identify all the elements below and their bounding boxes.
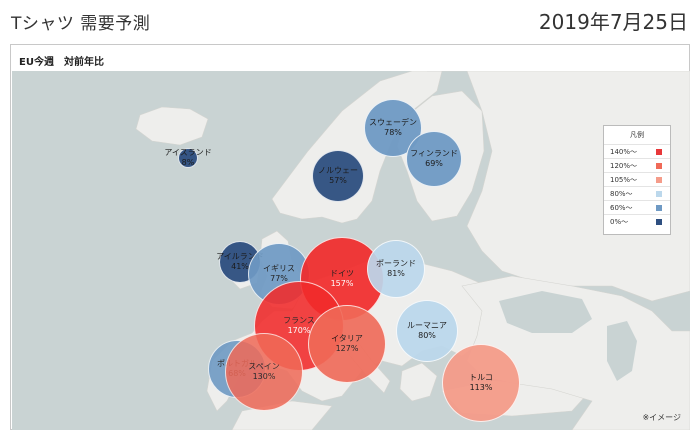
country-value: 130%: [252, 372, 276, 381]
legend-item: 120%～: [604, 158, 670, 172]
country-bubble[interactable]: ノルウェー 57%: [312, 150, 364, 202]
legend-item-label: 120%～: [610, 161, 638, 170]
country-value: 81%: [387, 269, 405, 278]
country-bubble[interactable]: トルコ 113%: [442, 344, 520, 422]
legend-swatch: [656, 162, 662, 169]
country-name: スペイン: [248, 362, 280, 371]
legend-item-label: 0%～: [610, 217, 629, 226]
country-value: 78%: [384, 128, 402, 137]
country-name: ポーランド: [376, 259, 416, 268]
country-value: 69%: [425, 159, 443, 168]
country-value: 80%: [418, 331, 436, 340]
legend-item: 60%～: [604, 200, 670, 214]
legend-swatch: [656, 204, 662, 211]
legend-item-label: 80%～: [610, 189, 633, 198]
country-name: トルコ: [469, 373, 493, 382]
country-bubble[interactable]: ポーランド 81%: [367, 240, 425, 298]
legend-swatch: [656, 218, 662, 225]
panel-title: EU今週 対前年比: [19, 57, 104, 68]
report-date: 2019年7月25日: [538, 10, 688, 34]
country-name: フランス: [283, 316, 315, 325]
country-name: フィンランド: [410, 149, 458, 158]
country-bubble[interactable]: ルーマニア 80%: [396, 300, 458, 362]
legend-title: 凡例: [630, 131, 644, 139]
legend-item-label: 140%～: [610, 147, 638, 156]
legend-item: 105%～: [604, 172, 670, 186]
country-bubble[interactable]: イタリア 127%: [308, 305, 386, 383]
country-bubble[interactable]: アイスランド 8%: [164, 148, 212, 168]
country-value: 127%: [335, 344, 359, 353]
legend-item-label: 60%～: [610, 203, 633, 212]
country-value: 113%: [469, 383, 493, 392]
map-panel: EU今週 対前年比 アイスランド 8% スウェーデン 78% フィンランド 69…: [10, 44, 690, 430]
legend-item: 0%～: [604, 214, 670, 228]
country-value: 57%: [329, 176, 347, 185]
legend: 凡例 140%～ 120%～ 105%～ 80%～ 60%～ 0%～: [603, 125, 671, 235]
page-title: Tシャツ 需要予測: [11, 14, 151, 34]
country-value: 8%: [181, 158, 195, 167]
country-name: スウェーデン: [369, 118, 417, 127]
legend-swatch: [656, 148, 662, 155]
legend-item: 140%～: [604, 144, 670, 158]
europe-map[interactable]: アイスランド 8% スウェーデン 78% フィンランド 69% ノルウェー 57% アイルランド…: [12, 71, 690, 430]
country-name: イタリア: [331, 334, 363, 343]
country-bubble[interactable]: フィンランド 69%: [406, 131, 462, 187]
image-note: ※イメージ: [642, 413, 681, 422]
legend-swatch: [656, 190, 662, 197]
country-value: 157%: [330, 279, 354, 288]
country-value: 41%: [231, 262, 249, 271]
country-bubble[interactable]: スペイン 130%: [225, 333, 303, 411]
legend-swatch: [656, 176, 662, 183]
country-name: イギリス: [263, 264, 295, 273]
legend-item: 80%～: [604, 186, 670, 200]
country-name: アイスランド: [164, 148, 212, 157]
country-name: ノルウェー: [318, 166, 358, 175]
country-name: ルーマニア: [407, 321, 447, 330]
country-value: 170%: [287, 326, 311, 335]
legend-item-label: 105%～: [610, 175, 638, 184]
country-name: ドイツ: [330, 269, 354, 278]
